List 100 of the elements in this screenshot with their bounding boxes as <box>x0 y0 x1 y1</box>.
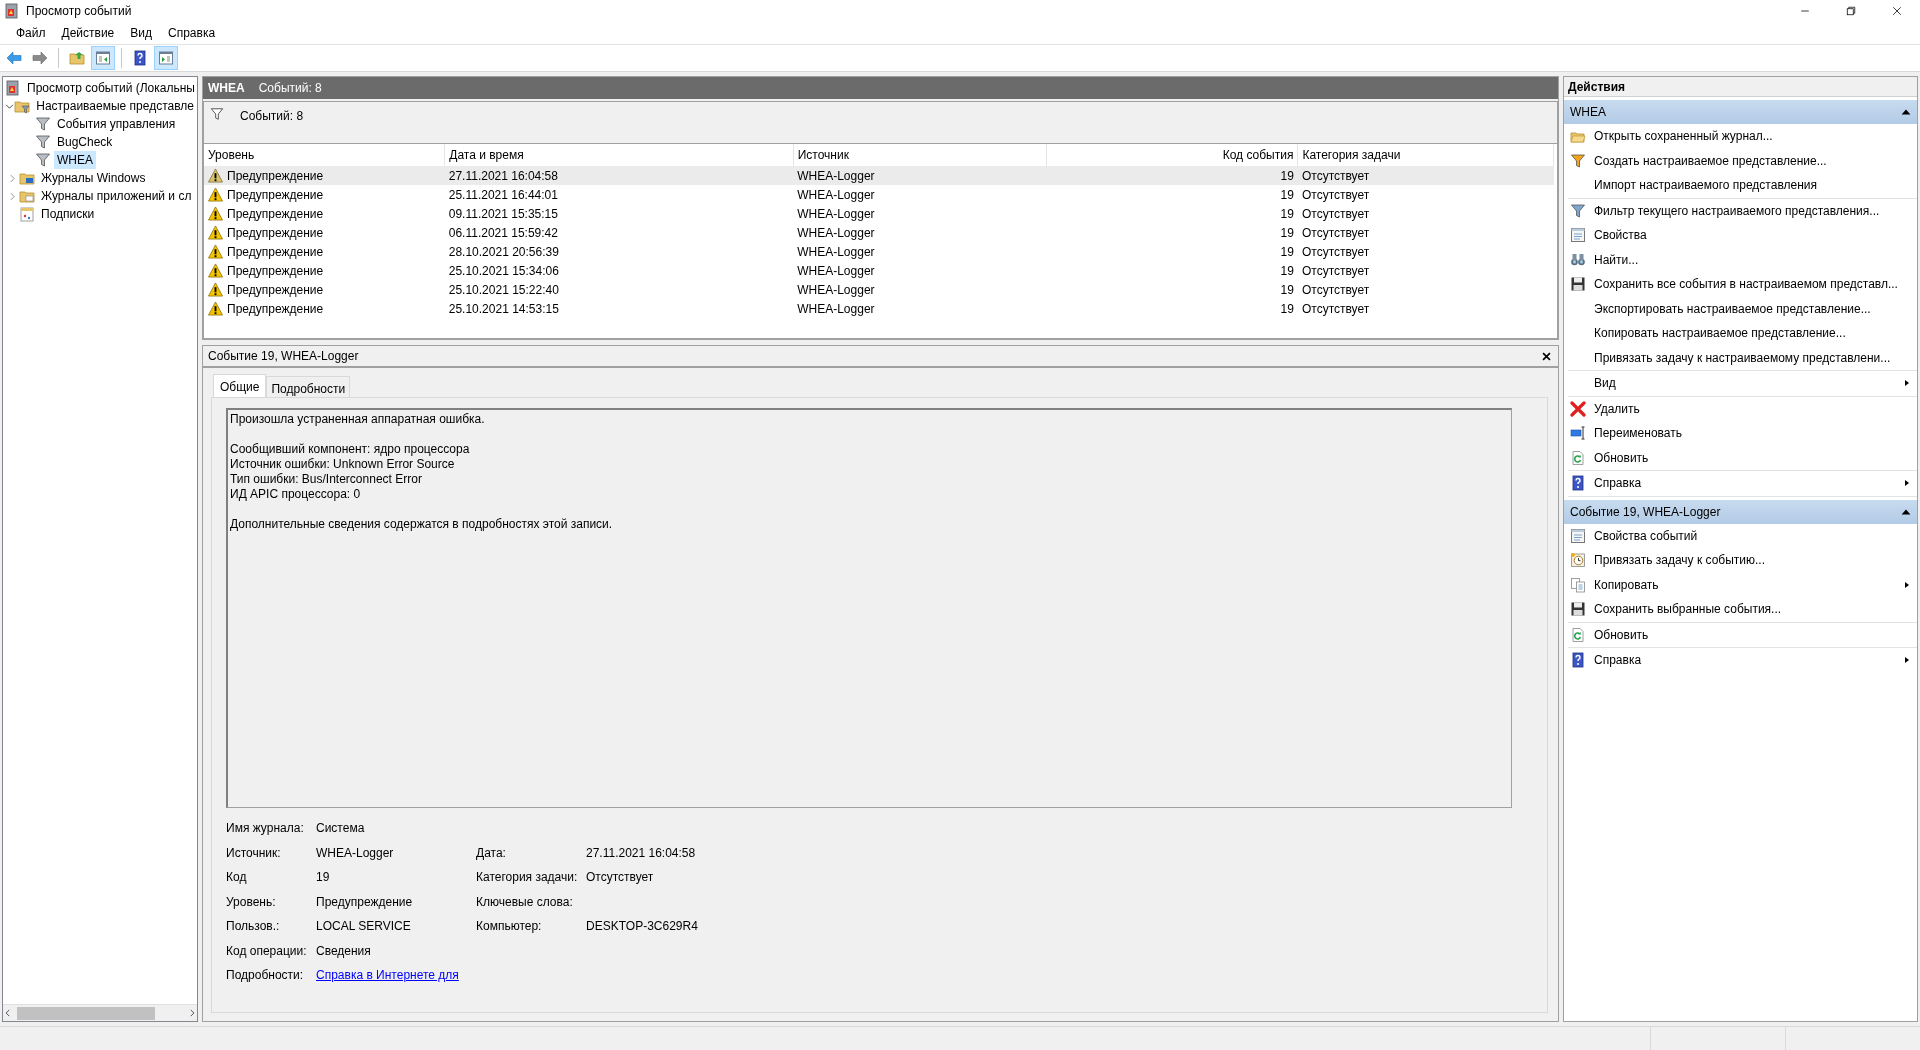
table-cell: Отсутствует <box>1301 168 1370 183</box>
table-cell: WHEA-Logger <box>797 225 875 240</box>
action-item[interactable]: Привязать задачу к событию... <box>1568 548 1917 573</box>
tree-item[interactable]: BugCheck <box>54 133 116 151</box>
table-cell: 19 <box>1280 263 1294 278</box>
scroll-left-icon[interactable] <box>3 1008 13 1018</box>
window-icon <box>1570 527 1586 544</box>
action-item[interactable]: Найти... <box>1568 247 1917 272</box>
menu-item[interactable]: Действие <box>53 22 123 44</box>
submenu-arrow-icon <box>1903 478 1911 489</box>
field-label: Ключевые слова: <box>476 893 574 911</box>
action-item[interactable]: Обновить <box>1568 622 1917 647</box>
funnel-icon <box>210 107 224 121</box>
scrollbar-thumb[interactable] <box>17 1006 155 1020</box>
table-row[interactable]: Предупреждение 25.10.2021 14:53:15 WHEA-Logger 19 Отсутствует <box>204 299 1554 318</box>
action-item[interactable]: Справка <box>1568 471 1917 496</box>
table-row[interactable]: Предупреждение 27.11.2021 16:04:58 WHEA-Logger 19 Отсутствует <box>204 166 1554 185</box>
restore-icon[interactable] <box>1845 5 1857 17</box>
action-item[interactable]: Импорт настраиваемого представления <box>1568 173 1917 198</box>
field-value: Система <box>316 820 366 838</box>
action-item[interactable]: Вид <box>1568 371 1917 396</box>
field-label: Компьютер: <box>476 918 543 936</box>
tree-item[interactable]: Журналы приложений и сл <box>38 187 195 205</box>
action-item[interactable]: Обновить <box>1568 445 1917 470</box>
tree-item[interactable]: События управления <box>54 115 179 133</box>
table-cell: 28.10.2021 20:56:39 <box>448 244 559 259</box>
table-cell-text: Предупреждение <box>227 224 324 242</box>
table-cell-text: Предупреждение <box>227 205 324 223</box>
table-row[interactable]: Предупреждение 28.10.2021 20:56:39 WHEA-Logger 19 Отсутствует <box>204 242 1554 261</box>
menu-item[interactable]: Файл <box>8 22 54 44</box>
table-row[interactable]: Предупреждение 25.10.2021 15:22:40 WHEA-Logger 19 Отсутствует <box>204 280 1554 299</box>
event-log-icon <box>5 80 21 96</box>
field-value: Сведения <box>316 942 372 960</box>
table-cell: WHEA-Logger <box>797 168 875 183</box>
tree-item[interactable]: Журналы Windows <box>38 169 149 187</box>
action-item[interactable]: Привязать задачу к настраиваемому представлени... <box>1568 345 1917 370</box>
toolbar-button[interactable] <box>91 46 115 70</box>
tree-item[interactable]: Просмотр событий (Локальны <box>24 79 198 97</box>
clock-icon <box>1570 552 1586 569</box>
table-cell: Отсутствует <box>1301 282 1370 297</box>
field-label: Подробности: <box>226 967 305 985</box>
tab[interactable]: Общие <box>213 374 267 397</box>
warning-icon <box>208 187 223 202</box>
table-cell: 19 <box>1280 168 1294 183</box>
field-label: Категория задачи: <box>476 869 579 887</box>
action-item[interactable]: Сохранить выбранные события... <box>1568 597 1917 622</box>
action-item[interactable]: Копировать <box>1568 572 1917 597</box>
table-cell: 19 <box>1280 301 1294 316</box>
menu-item[interactable]: Справка <box>160 22 224 44</box>
action-item[interactable]: Экспортировать настраиваемое представление... <box>1568 296 1917 321</box>
close-icon[interactable] <box>1891 5 1903 17</box>
table-cell: Отсутствует <box>1301 187 1370 202</box>
table-row[interactable]: Предупреждение 06.11.2021 15:59:42 WHEA-Logger 19 Отсутствует <box>204 223 1554 242</box>
action-item[interactable]: Копировать настраиваемое представление... <box>1568 321 1917 346</box>
help-icon <box>1570 475 1586 492</box>
table-cell: 25.10.2021 15:22:40 <box>448 282 559 297</box>
action-item[interactable]: Фильтр текущего настраиваемого представления... <box>1568 198 1917 223</box>
funnel-icon <box>35 152 51 168</box>
tree-item[interactable]: WHEA <box>54 151 96 169</box>
toolbar-button[interactable] <box>154 46 178 70</box>
field-value: 27.11.2021 16:04:58 <box>586 844 697 862</box>
table-cell: 09.11.2021 15:35:15 <box>448 206 558 221</box>
table-cell-text: Предупреждение <box>227 243 324 261</box>
table-cell: WHEA-Logger <box>797 282 875 297</box>
event-log-icon <box>4 3 20 19</box>
table-row[interactable]: Предупреждение 25.11.2021 16:44:01 WHEA-Logger 19 Отсутствует <box>204 185 1554 204</box>
scroll-right-icon[interactable] <box>187 1008 197 1018</box>
action-item[interactable]: Удалить <box>1568 396 1917 421</box>
menu-item[interactable]: Вид <box>122 22 160 44</box>
action-item[interactable]: Создать настраиваемое представление... <box>1568 148 1917 173</box>
table-row[interactable]: Предупреждение 25.10.2021 15:34:06 WHEA-Logger 19 Отсутствует <box>204 261 1554 280</box>
action-item[interactable]: Открыть сохраненный журнал... <box>1568 124 1917 149</box>
help-icon <box>1570 652 1586 669</box>
chevron-down-icon[interactable] <box>5 101 15 111</box>
action-item[interactable]: Сохранить все события в настраиваемом представл... <box>1568 272 1917 297</box>
funnel-icon <box>1570 202 1586 219</box>
document-icon <box>19 206 35 222</box>
filter-summary: Событий: 8 <box>240 108 304 125</box>
field-value: WHEA-Logger <box>316 844 395 862</box>
binoculars-icon <box>1570 251 1586 268</box>
collapse-icon[interactable] <box>1901 107 1911 117</box>
table-row[interactable]: Предупреждение 09.11.2021 15:35:15 WHEA-Logger 19 Отсутствует <box>204 204 1554 223</box>
folder-icon <box>19 188 35 204</box>
submenu-arrow-icon <box>1903 378 1911 389</box>
copy-icon <box>1570 576 1586 593</box>
action-item[interactable]: Свойства событий <box>1568 523 1917 548</box>
help-link[interactable]: Справка в Интернете для <box>316 966 459 985</box>
tab[interactable]: Подробности <box>266 376 351 397</box>
action-item[interactable]: Свойства <box>1568 223 1917 248</box>
action-item[interactable]: Переименовать <box>1568 421 1917 446</box>
table-cell: 25.11.2021 16:44:01 <box>448 187 558 202</box>
table-cell-text: Предупреждение <box>227 262 324 280</box>
table-cell: Отсутствует <box>1301 263 1370 278</box>
table-cell: WHEA-Logger <box>797 206 875 221</box>
field-value: 19 <box>316 869 331 887</box>
close-icon[interactable] <box>1541 350 1552 362</box>
tree-item[interactable]: Подписки <box>38 205 98 223</box>
cross-icon <box>1570 400 1586 417</box>
action-item[interactable]: Справка <box>1568 648 1917 673</box>
tree-item[interactable]: Настраиваемые представле <box>33 97 197 115</box>
